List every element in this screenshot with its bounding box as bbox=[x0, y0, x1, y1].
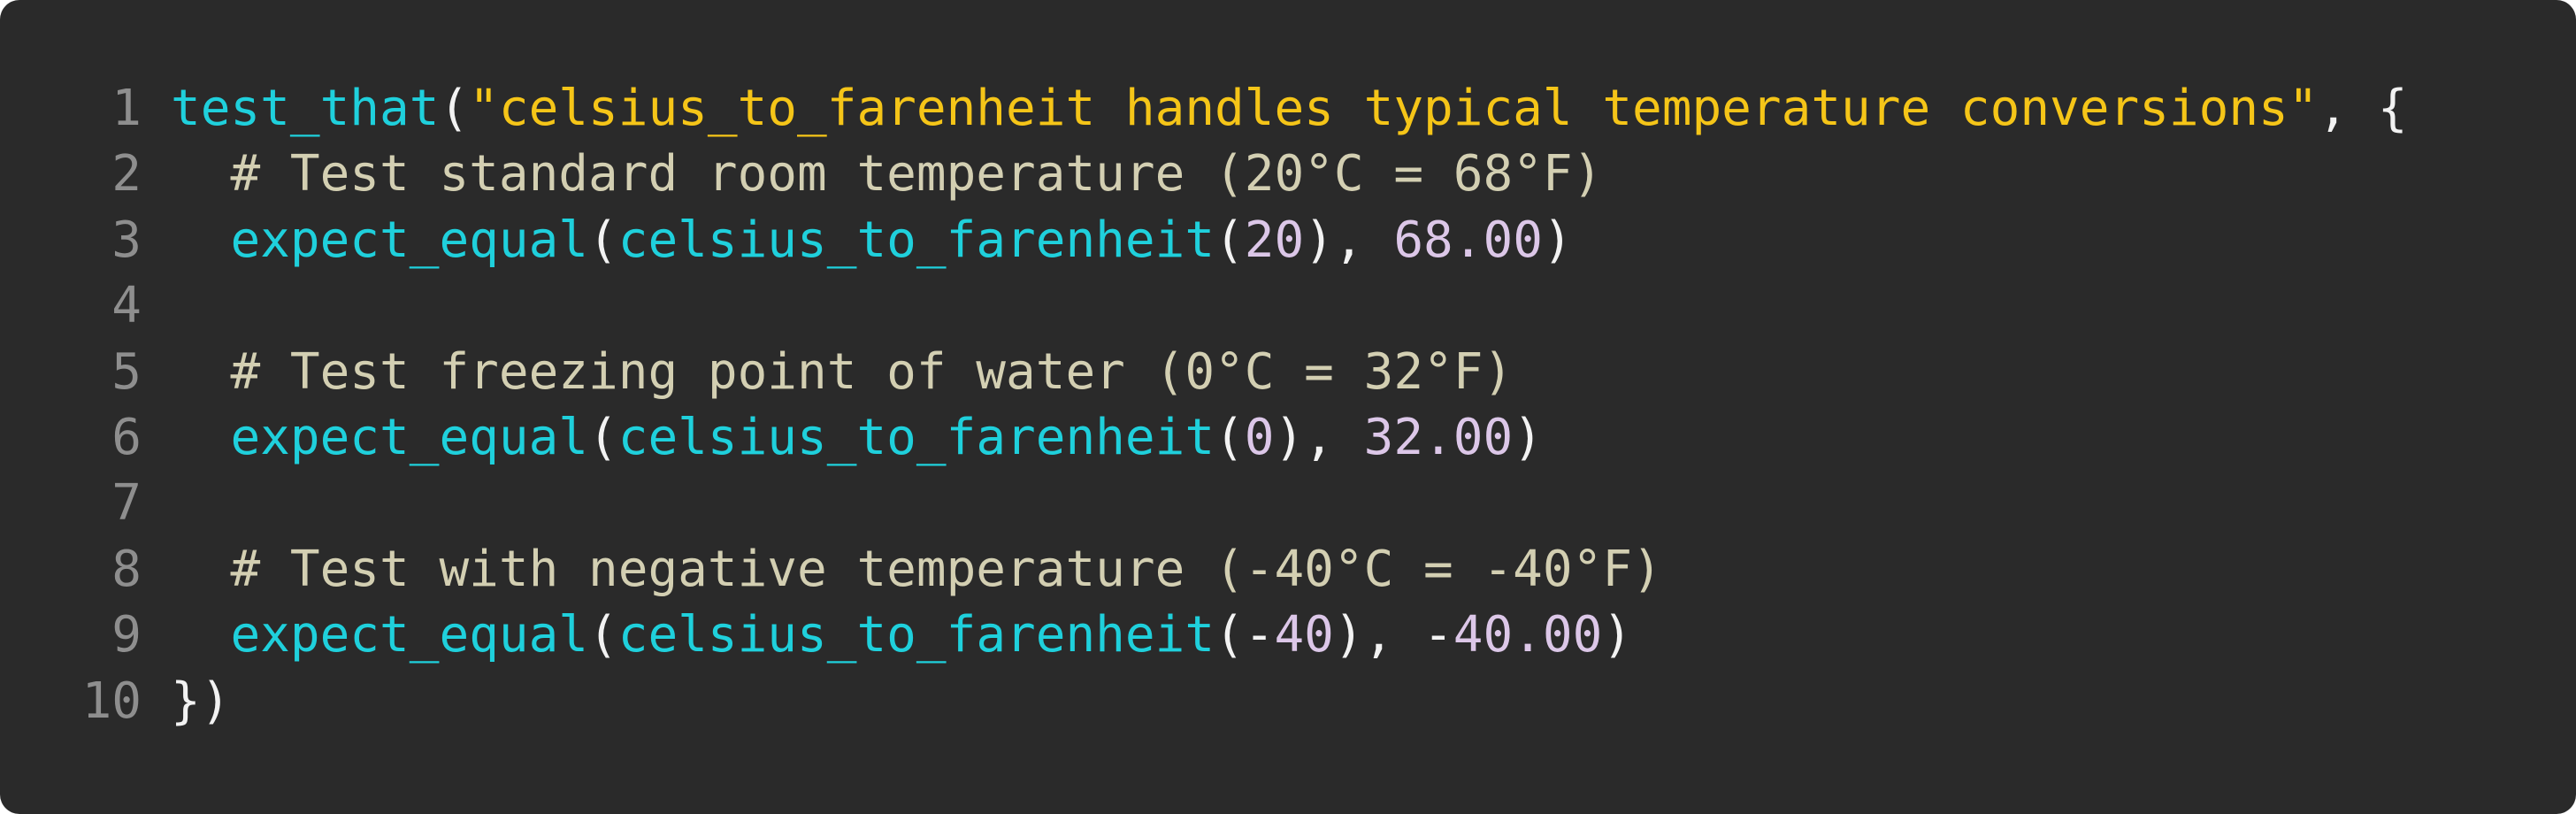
code-line: 2 # Test standard room temperature (20°C… bbox=[0, 142, 2576, 207]
code-lines: 1 test_that("celsius_to_farenheit handles… bbox=[0, 76, 2576, 734]
code-line: 7 bbox=[0, 471, 2576, 536]
punctuation-token: }) bbox=[171, 672, 231, 730]
function-token: expect_equal bbox=[230, 408, 589, 466]
punctuation-token: ( bbox=[588, 211, 618, 269]
punctuation-token: ), bbox=[1304, 211, 1394, 269]
number-token: 0 bbox=[1244, 408, 1275, 466]
line-code: }) bbox=[171, 669, 230, 734]
function-token: celsius_to_farenheit bbox=[617, 606, 1215, 664]
punctuation-token bbox=[171, 211, 230, 269]
line-number: 10 bbox=[81, 672, 142, 730]
line-number: 1 bbox=[111, 80, 142, 137]
line-code: expect_equal(celsius_to_farenheit(0), 32… bbox=[171, 405, 1543, 471]
punctuation-token: ( bbox=[1215, 211, 1245, 269]
punctuation-token: ) bbox=[1513, 408, 1543, 466]
punctuation-token: ), - bbox=[1333, 606, 1453, 664]
line-number: 5 bbox=[111, 342, 142, 401]
line-number: 4 bbox=[111, 277, 142, 335]
punctuation-token: ), bbox=[1274, 408, 1364, 466]
comment-token: # Test freezing point of water (0°C = 32… bbox=[230, 342, 1514, 401]
punctuation-token: ( bbox=[588, 408, 618, 466]
line-code: # Test standard room temperature (20°C =… bbox=[171, 142, 1602, 207]
line-code: expect_equal(celsius_to_farenheit(-40), … bbox=[171, 603, 1632, 668]
punctuation-token bbox=[171, 409, 230, 466]
line-code: # Test freezing point of water (0°C = 32… bbox=[171, 340, 1513, 405]
line-code: test_that("celsius_to_farenheit handles … bbox=[171, 76, 2408, 142]
line-number: 2 bbox=[111, 145, 142, 204]
code-line: 3 expect_equal(celsius_to_farenheit(20),… bbox=[0, 208, 2576, 273]
number-token: 40.00 bbox=[1453, 606, 1603, 664]
punctuation-token: ) bbox=[1602, 606, 1633, 664]
code-line: 6 expect_equal(celsius_to_farenheit(0), … bbox=[0, 405, 2576, 471]
punctuation-token: ( bbox=[1215, 408, 1245, 466]
line-number: 7 bbox=[111, 474, 142, 533]
punctuation-token bbox=[171, 606, 230, 664]
number-token: 20 bbox=[1244, 211, 1305, 269]
string-token: "celsius_to_farenheit handles typical te… bbox=[469, 80, 2319, 137]
punctuation-token bbox=[171, 145, 230, 203]
punctuation-token: , { bbox=[2318, 80, 2408, 137]
comment-token: # Test with negative temperature (-40°C … bbox=[230, 540, 1662, 598]
punctuation-token: ( bbox=[588, 606, 618, 664]
line-number: 3 bbox=[111, 211, 142, 269]
function-token: expect_equal bbox=[230, 211, 589, 269]
line-number: 8 bbox=[111, 540, 142, 598]
line-code: expect_equal(celsius_to_farenheit(20), 6… bbox=[171, 208, 1573, 273]
line-code: # Test with negative temperature (-40°C … bbox=[171, 537, 1662, 603]
comment-token: # Test standard room temperature (20°C =… bbox=[230, 145, 1603, 204]
number-token: 68.00 bbox=[1393, 211, 1543, 269]
function-token: test_that bbox=[171, 80, 440, 137]
number-token: 32.00 bbox=[1363, 408, 1514, 466]
function-token: celsius_to_farenheit bbox=[617, 211, 1215, 269]
code-line: 8 # Test with negative temperature (-40°… bbox=[0, 537, 2576, 603]
punctuation-token: ) bbox=[1542, 211, 1573, 269]
function-token: expect_equal bbox=[230, 606, 589, 664]
code-line: 5 # Test freezing point of water (0°C = … bbox=[0, 340, 2576, 405]
code-block: 1 test_that("celsius_to_farenheit handles… bbox=[0, 0, 2576, 814]
punctuation-token bbox=[171, 343, 230, 401]
code-line: 1 test_that("celsius_to_farenheit handles… bbox=[0, 76, 2576, 142]
punctuation-token: ( bbox=[439, 80, 470, 137]
number-token: 40 bbox=[1274, 606, 1334, 664]
punctuation-token: (- bbox=[1215, 606, 1275, 664]
code-line: 10}) bbox=[0, 669, 2576, 734]
line-number: 9 bbox=[111, 606, 142, 664]
code-line: 4 bbox=[0, 273, 2576, 339]
punctuation-token bbox=[171, 541, 230, 598]
function-token: celsius_to_farenheit bbox=[617, 408, 1215, 466]
code-line: 9 expect_equal(celsius_to_farenheit(-40)… bbox=[0, 603, 2576, 668]
line-number: 6 bbox=[111, 408, 142, 466]
